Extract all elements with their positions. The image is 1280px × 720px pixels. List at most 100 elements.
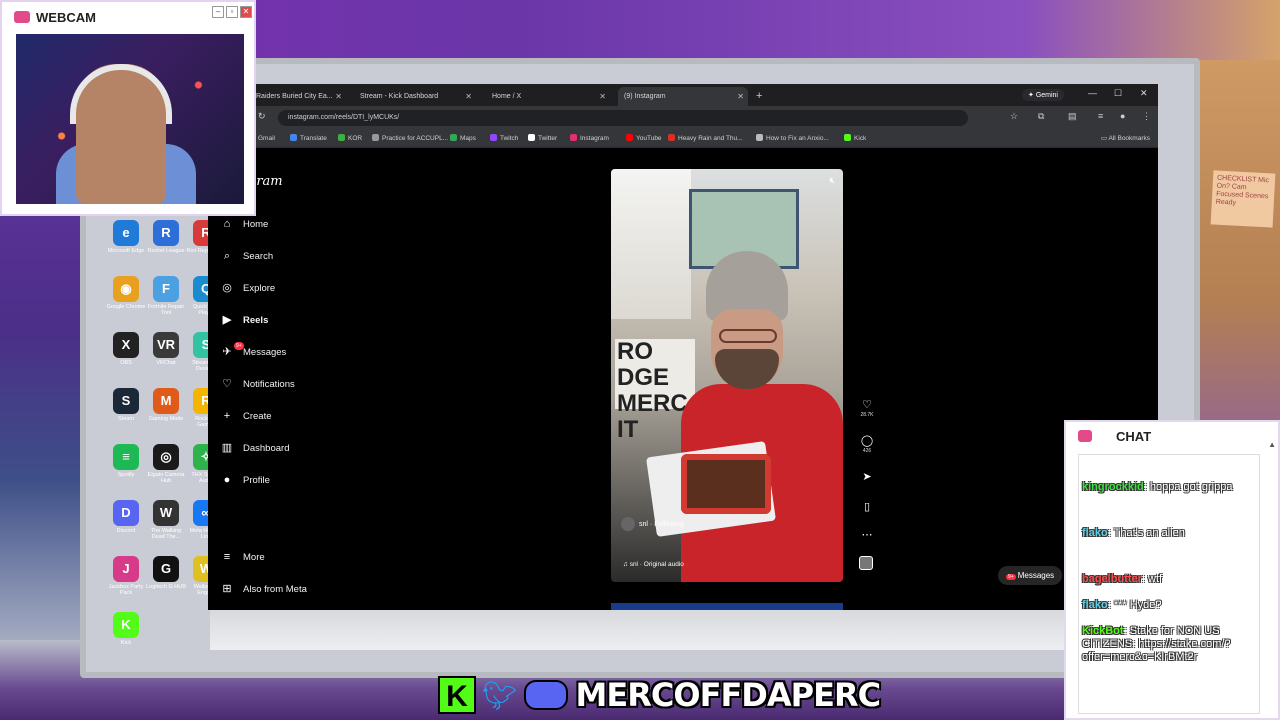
close-icon[interactable]: ✕	[465, 87, 472, 106]
desktop-icon[interactable]: R Rocket League	[146, 220, 186, 274]
desktop-icon[interactable]: X OBS	[106, 332, 146, 386]
nav-messages[interactable]: ✈ 9+ Messages	[220, 341, 340, 363]
reload-icon[interactable]: ↻	[258, 111, 266, 122]
new-tab-button[interactable]: +	[756, 87, 762, 106]
instagram-page: gram ⌂ Home ⌕ Search ◎ Explore ▶ Reels ✈ 9+ Messag…	[208, 148, 1158, 610]
mute-icon[interactable]: 🔇︎	[829, 175, 835, 186]
nav-label: Notifications	[243, 379, 295, 390]
reel-video[interactable]: RO DGE MERC IT 🔇︎ snl · Following ♫ snl …	[611, 169, 843, 582]
more-options-button[interactable]: ⋯	[858, 528, 876, 541]
nav-also-from-meta[interactable]: ⊞ Also from Meta	[220, 578, 340, 600]
bookmark-item[interactable]: Heavy Rain and Thu...	[668, 130, 743, 148]
avatar-icon: ●	[223, 474, 231, 486]
close-icon[interactable]: ✕	[599, 87, 606, 106]
nav-more[interactable]: ≡ More	[220, 546, 340, 568]
chat-title: CHAT	[1116, 429, 1152, 444]
video-food	[681, 454, 771, 514]
nav-create[interactable]: + Create	[220, 405, 340, 427]
nav-reels[interactable]: ▶ Reels	[220, 309, 340, 331]
compass-icon: ◎	[222, 282, 232, 294]
bookmark-favicon-icon	[668, 134, 675, 141]
desktop-icon[interactable]: ◉ Google Chrome	[106, 276, 146, 330]
desktop-icon-label: Elgato Camera Hub	[147, 472, 185, 484]
bookmark-item[interactable]: How to Fix an Anxio...	[756, 130, 829, 148]
next-reel-preview[interactable]	[611, 603, 843, 610]
minimize-icon[interactable]: —	[1088, 88, 1097, 98]
avatar[interactable]	[621, 517, 635, 531]
tab-kick-dashboard[interactable]: Stream - Kick Dashboard ✕	[354, 87, 476, 106]
app-icon: VR	[153, 332, 179, 358]
desktop-icon[interactable]: W The Walking Dead The...	[146, 500, 186, 554]
desktop-icon[interactable]: G Logitech G HUB	[146, 556, 186, 610]
all-bookmarks[interactable]: ▭ All Bookmarks	[1101, 130, 1150, 148]
chat-text: hoppa got grippa	[1149, 481, 1233, 493]
desktop-icon[interactable]: M Gaming Mode	[146, 388, 186, 442]
chat-message: KickBot: Stake for NON US CITIZENS: http…	[1082, 625, 1258, 664]
desktop-icon[interactable]: K Kick	[106, 612, 146, 666]
chat-text: *** Hyde?	[1113, 599, 1162, 611]
extensions-icon[interactable]: ⧉	[1038, 111, 1044, 122]
desktop-icon[interactable]: J Jackbox Party Pack	[106, 556, 146, 610]
bookmark-item[interactable]: Translate	[290, 130, 327, 148]
desktop-icon[interactable]: ≡ Spotify	[106, 444, 146, 498]
nav-profile[interactable]: ● Profile	[220, 469, 340, 491]
nav-label: Dashboard	[243, 443, 290, 454]
bookmark-item[interactable]: Twitch	[490, 130, 518, 148]
bookmark-item[interactable]: Kick	[844, 130, 866, 148]
bookmark-item[interactable]: Twitter	[528, 130, 557, 148]
close-icon[interactable]: ✕	[737, 87, 744, 106]
video-person-beard	[715, 349, 779, 389]
sidepanel-icon[interactable]: ▤	[1068, 111, 1077, 122]
bookmark-favicon-icon	[490, 134, 497, 141]
star-icon[interactable]: ☆	[1010, 111, 1018, 122]
maximize-icon[interactable]: ☐	[1114, 88, 1122, 99]
messages-badge: 9+	[1006, 574, 1016, 580]
reel-username[interactable]: snl	[639, 521, 648, 528]
bookmark-item[interactable]: Practice for ACCUPL...	[372, 130, 448, 148]
messages-pill[interactable]: 9+ Messages	[998, 566, 1063, 585]
following-button[interactable]: Following	[654, 521, 684, 528]
url-field[interactable]: instagram.com/reels/DTI_lyMCUKs/	[278, 110, 968, 126]
gemini-button[interactable]: ✦ Gemini	[1022, 89, 1064, 101]
nav-explore[interactable]: ◎ Explore	[220, 277, 340, 299]
share-button[interactable]: ➤	[858, 470, 876, 483]
profile-avatar-icon[interactable]: ●	[1120, 111, 1125, 121]
tab-instagram[interactable]: (9) Instagram ✕	[618, 87, 748, 106]
close-window-icon[interactable]: ✕	[1140, 88, 1148, 99]
bookmark-item[interactable]: YouTube	[626, 130, 662, 148]
desktop-icon[interactable]: ◎ Elgato Camera Hub	[146, 444, 186, 498]
nav-notifications[interactable]: ♡ Notifications	[220, 373, 340, 395]
nav-home[interactable]: ⌂ Home	[220, 213, 340, 235]
desktop-icon[interactable]: e Microsoft Edge	[106, 220, 146, 274]
tab-home-x[interactable]: Home / X ✕	[486, 87, 610, 106]
dashboard-icon: ▥	[221, 442, 233, 454]
reel-author[interactable]: snl · Following	[621, 517, 684, 531]
app-icon: J	[113, 556, 139, 582]
desktop-icon[interactable]: D Discord	[106, 500, 146, 554]
desktop-icon[interactable]: S Steam	[106, 388, 146, 442]
menu-icon[interactable]: ⋮	[1142, 111, 1151, 122]
tab-raiders[interactable]: Raiders Buried City Ea... ✕	[250, 87, 346, 106]
nav-label: Also from Meta	[243, 584, 307, 595]
chat-message: flako: *** Hyde?	[1082, 599, 1258, 612]
bookmark-item[interactable]: Instagram	[570, 130, 609, 148]
bookmark-item[interactable]: Maps	[450, 130, 476, 148]
close-icon[interactable]: ✕	[335, 87, 342, 106]
social-banner: K 🐦︎ MERCOFFDAPERC	[438, 672, 881, 718]
comment-button[interactable]: ◯ 426	[858, 434, 876, 454]
desktop-icon[interactable]: VR VRChat	[146, 332, 186, 386]
tab-label: (9) Instagram	[624, 93, 666, 100]
desktop-icon[interactable]: F Fortnite Repair Tool	[146, 276, 186, 330]
chat-username: flako	[1082, 599, 1108, 611]
bookmark-item[interactable]: KOR	[338, 130, 362, 148]
reel-audio[interactable]: ♫ snl · Original audio	[623, 561, 684, 568]
like-button[interactable]: ♡ 28.7K	[858, 398, 876, 418]
media-icon[interactable]: ≡	[1098, 111, 1103, 121]
nav-dashboard[interactable]: ▥ Dashboard	[220, 437, 340, 459]
search-icon: ⌕	[223, 250, 231, 262]
nav-search[interactable]: ⌕ Search	[220, 245, 340, 267]
save-button[interactable]: ▯	[858, 500, 876, 513]
camera-icon	[14, 11, 30, 23]
audio-thumbnail[interactable]	[859, 556, 873, 570]
tab-bar: Raiders Buried City Ea... ✕ Stream - Kick…	[208, 84, 1158, 106]
